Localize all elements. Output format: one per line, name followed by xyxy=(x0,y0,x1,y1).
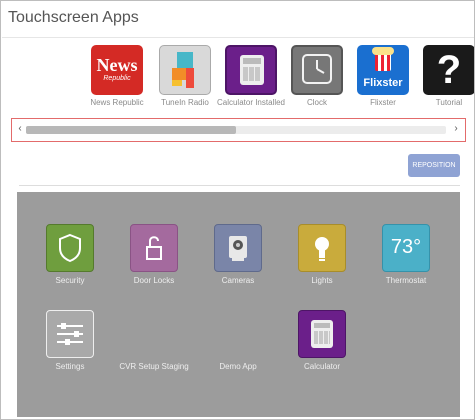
strip-app-flixster[interactable]: Flixster Flixster xyxy=(348,45,418,108)
reposition-button[interactable]: REPOSITION xyxy=(408,154,460,177)
camera-icon xyxy=(214,224,262,272)
calculator-icon xyxy=(298,310,346,358)
tile-door-locks[interactable]: Door Locks xyxy=(119,224,189,285)
page-title: Touchscreen Apps xyxy=(8,9,139,26)
shield-icon xyxy=(46,224,94,272)
tile-cameras[interactable]: Cameras xyxy=(203,224,273,285)
tile-demo-app[interactable]: Demo App xyxy=(203,310,273,371)
horizontal-scrollbar[interactable]: ‹ › xyxy=(11,118,466,142)
flixster-icon: Flixster xyxy=(357,45,409,95)
calculator-icon xyxy=(225,45,277,95)
tutorial-icon: ? xyxy=(423,45,474,95)
strip-app-label: Calculator Installed xyxy=(216,98,286,107)
tile-cvr-setup-staging[interactable]: CVR Setup Staging xyxy=(112,310,196,371)
home-screen-panel: Security Door Locks Cameras Lights 73° T… xyxy=(17,192,460,417)
tunein-icon xyxy=(159,45,211,95)
strip-app-label: Clock xyxy=(306,98,327,107)
strip-app-tunein-radio[interactable]: TuneIn Radio xyxy=(150,45,220,108)
tile-thermostat[interactable]: 73° Thermostat xyxy=(371,224,441,285)
scroll-right-arrow[interactable]: › xyxy=(451,123,461,134)
unlock-icon xyxy=(130,224,178,272)
scroll-track[interactable] xyxy=(26,126,446,134)
scroll-left-arrow[interactable]: ‹ xyxy=(15,123,25,134)
tile-settings[interactable]: Settings xyxy=(35,310,105,371)
strip-app-label: TuneIn Radio xyxy=(161,98,209,107)
tile-calculator[interactable]: Calculator xyxy=(287,310,357,371)
scroll-thumb[interactable] xyxy=(26,126,236,134)
strip-app-label: Flixster xyxy=(370,98,396,107)
divider xyxy=(2,37,474,38)
strip-app-news-republic[interactable]: News Republic News Republic xyxy=(82,45,152,108)
strip-app-label: News Republic xyxy=(90,98,144,107)
sliders-icon xyxy=(46,310,94,358)
tile-lights[interactable]: Lights xyxy=(287,224,357,285)
app-strip: News Republic News Republic TuneIn Radio xyxy=(2,39,474,117)
news-republic-icon: News Republic xyxy=(91,45,143,95)
touchscreen-apps-window: Touchscreen Apps News Republic News Repu… xyxy=(0,0,475,420)
strip-app-calculator[interactable]: Calculator Installed xyxy=(216,45,286,108)
clock-icon xyxy=(291,45,343,95)
thermostat-icon: 73° xyxy=(382,224,430,272)
strip-app-tutorial[interactable]: ? Tutorial xyxy=(414,45,474,108)
strip-app-label: Tutorial xyxy=(435,98,463,107)
lightbulb-icon xyxy=(298,224,346,272)
divider xyxy=(19,185,460,186)
tile-security[interactable]: Security xyxy=(35,224,105,285)
strip-app-clock[interactable]: Clock xyxy=(282,45,352,108)
